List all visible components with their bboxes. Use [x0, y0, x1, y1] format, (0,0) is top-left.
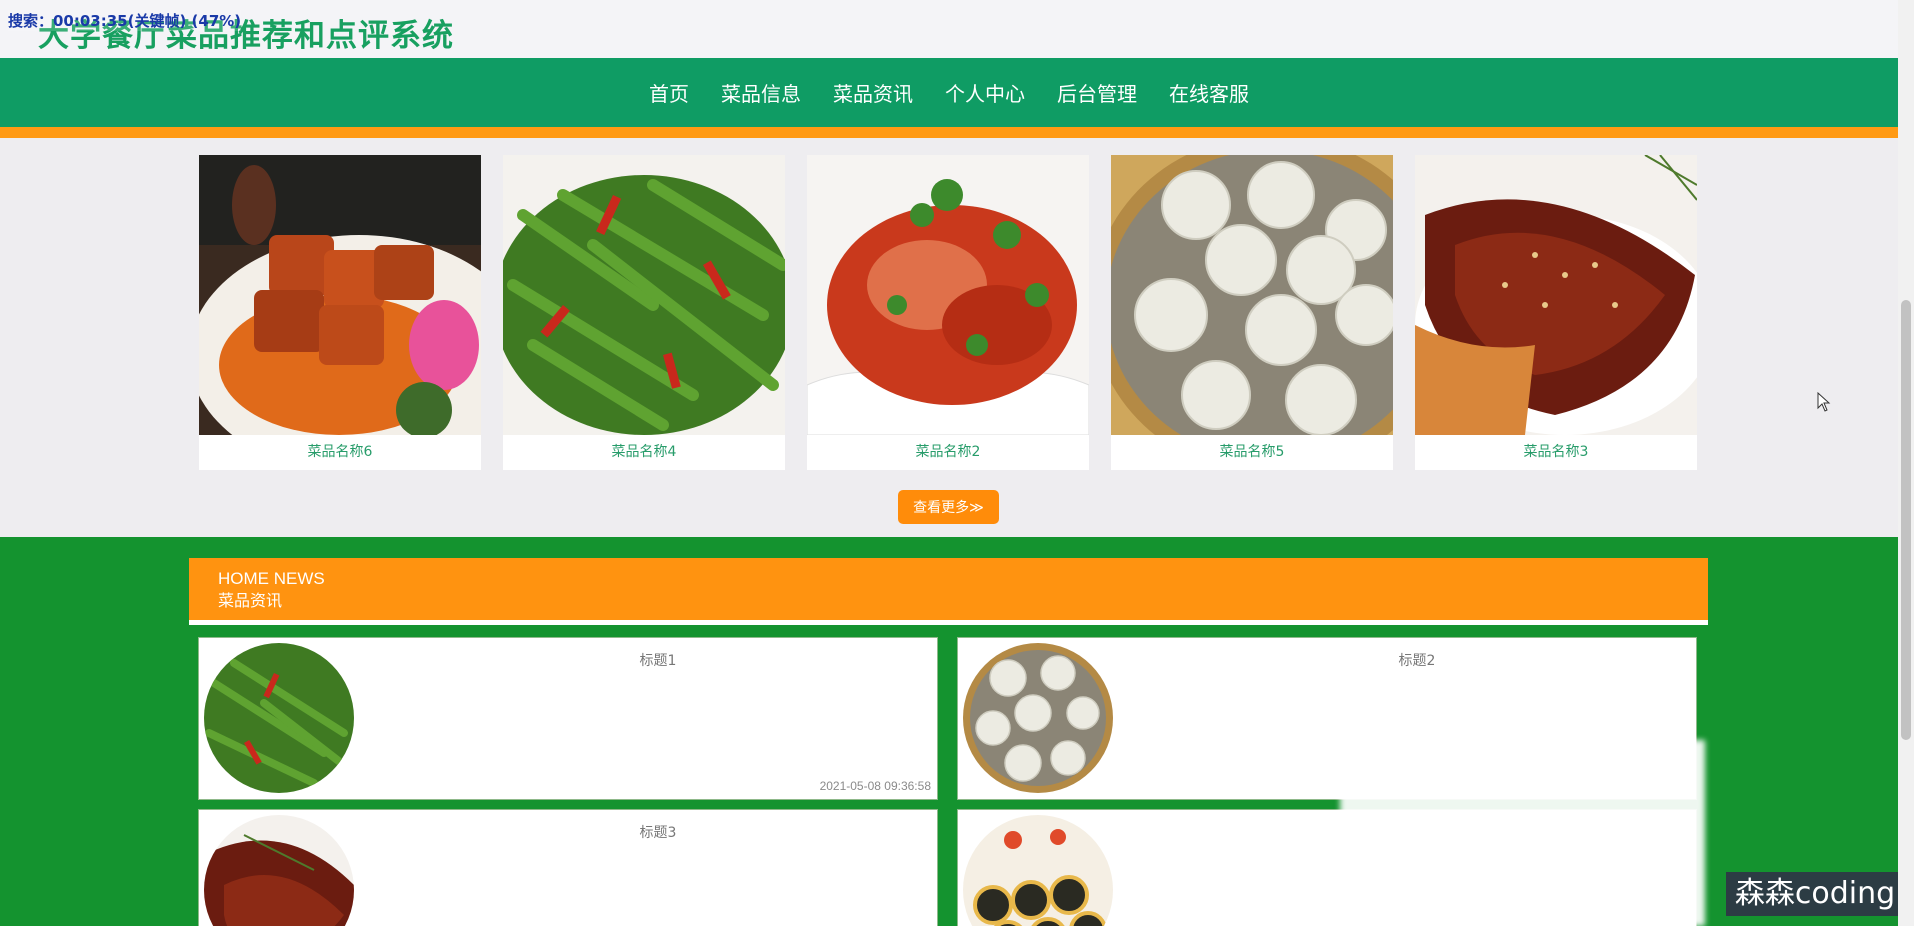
mouse-cursor-icon [1817, 392, 1831, 412]
news-title-cn: 菜品资讯 [218, 591, 283, 610]
watermark: 森森coding [1726, 872, 1904, 916]
nav-dish-news[interactable]: 菜品资讯 [817, 78, 929, 107]
dish-card[interactable]: 菜品名称4 [503, 155, 785, 470]
news-title[interactable]: 标题3 [199, 822, 937, 842]
news-header: HOME NEWS 菜品资讯 [189, 558, 1708, 625]
dish-image[interactable] [503, 155, 785, 435]
dish-card[interactable]: 菜品名称5 [1111, 155, 1393, 470]
news-title[interactable]: 标题1 [199, 650, 937, 670]
nav-online-service[interactable]: 在线客服 [1153, 78, 1265, 107]
dish-name[interactable]: 菜品名称6 [199, 435, 481, 470]
blurred-overlay [1340, 740, 1705, 926]
news-title-en: HOME NEWS [218, 569, 325, 588]
dish-name[interactable]: 菜品名称3 [1415, 435, 1697, 470]
nav-dish-info[interactable]: 菜品信息 [705, 78, 817, 107]
nav-admin[interactable]: 后台管理 [1041, 78, 1153, 107]
main-nav: 首页 菜品信息 菜品资讯 个人中心 后台管理 在线客服 [0, 58, 1898, 138]
dish-card[interactable]: 菜品名称2 [807, 155, 1089, 470]
nav-personal-center[interactable]: 个人中心 [929, 78, 1041, 107]
dish-card[interactable]: 菜品名称6 [199, 155, 481, 470]
news-title[interactable]: 标题2 [958, 650, 1696, 670]
news-thumbnail[interactable] [963, 815, 1113, 926]
news-date: 2021-05-08 09:36:58 [819, 779, 931, 793]
dish-image[interactable] [199, 155, 481, 435]
scroll-thumb[interactable] [1901, 300, 1911, 740]
dish-image[interactable] [1111, 155, 1393, 435]
dish-list: 菜品名称6 菜品名称4 菜品名称2 菜品名称5 菜品名称3 [199, 155, 1697, 471]
dish-card[interactable]: 菜品名称3 [1415, 155, 1697, 470]
top-bar: 大学餐厅菜品推荐和点评系统 搜索：00:03:35(关键帧) (47%) [0, 0, 1898, 58]
news-card[interactable]: 标题3 [198, 809, 938, 926]
news-card[interactable]: 标题1 2021-05-08 09:36:58 [198, 637, 938, 800]
nav-home[interactable]: 首页 [633, 78, 705, 107]
dish-image[interactable] [1415, 155, 1697, 435]
dish-image[interactable] [807, 155, 1089, 435]
dish-name[interactable]: 菜品名称4 [503, 435, 785, 470]
dish-name[interactable]: 菜品名称2 [807, 435, 1089, 470]
recording-overlay: 搜索：00:03:35(关键帧) (47%) [8, 10, 242, 31]
view-more-button[interactable]: 查看更多≫ [898, 490, 999, 524]
dish-name[interactable]: 菜品名称5 [1111, 435, 1393, 470]
scrollbar[interactable] [1898, 0, 1914, 926]
